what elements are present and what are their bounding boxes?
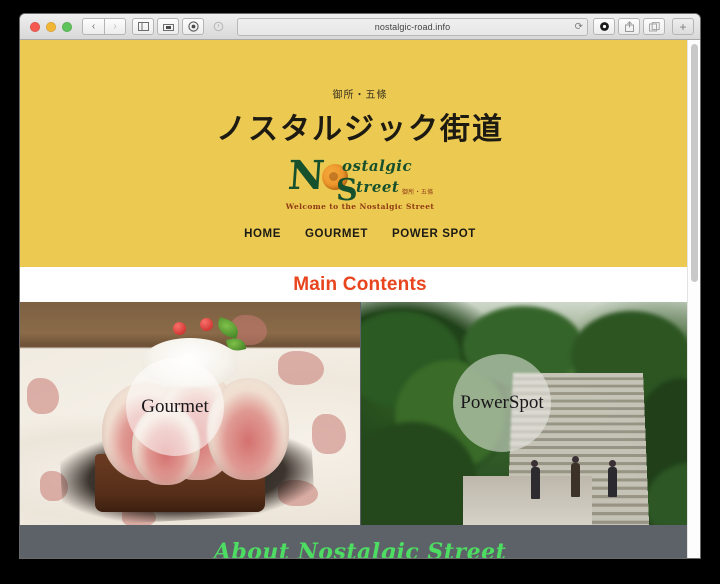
person-figure [571, 455, 579, 463]
site-title: ノスタルジック街道 [216, 112, 504, 147]
berry-icon [200, 317, 214, 331]
share-glyph [624, 21, 634, 32]
logo-jp-mark: 御所・五條 [402, 189, 434, 196]
address-bar[interactable]: nostalgic-road.info ⟳ [237, 17, 588, 36]
page-scrollbar[interactable] [687, 40, 700, 558]
forward-button[interactable]: › [104, 18, 126, 35]
clock-icon[interactable] [207, 18, 229, 35]
tile-label-powerspot: PowerSpot [460, 392, 544, 413]
person-figure [608, 467, 618, 498]
shield-glyph [187, 21, 199, 32]
window-controls [30, 21, 72, 32]
navigation-buttons: ‹ › [82, 18, 126, 35]
logo-tagline: Welcome to the Nostalgic Street [285, 202, 435, 211]
show-tabs-icon[interactable] [643, 18, 665, 35]
reader-mode-button[interactable] [593, 18, 615, 35]
sidebar-glyph [137, 22, 149, 31]
back-button[interactable]: ‹ [82, 18, 104, 35]
shield-icon[interactable] [182, 18, 204, 35]
nav-item-gourmet[interactable]: GOURMET [305, 228, 368, 240]
person-figure [530, 467, 540, 500]
nav-item-power-spot[interactable]: POWER SPOT [392, 228, 476, 240]
berry-icon [173, 322, 186, 336]
about-heading: About Nostalgic Street [213, 539, 507, 558]
tile-powerspot[interactable]: PowerSpot [360, 302, 700, 525]
tab-overview-icon[interactable] [157, 18, 179, 35]
browser-window: ‹ › nostalgic-road.info ⟳ + 御所・五條 ノスタルジッ… [20, 14, 700, 558]
new-tab-button[interactable]: + [672, 18, 694, 35]
main-contents-band: Main Contents [20, 267, 700, 302]
reader-glyph [599, 22, 609, 31]
zoom-window-button[interactable] [62, 21, 72, 32]
device-frame: ‹ › nostalgic-road.info ⟳ + 御所・五條 ノスタルジッ… [0, 0, 720, 584]
url-text: nostalgic-road.info [374, 21, 451, 32]
about-section: About Nostalgic Street [20, 525, 700, 558]
minimize-window-button[interactable] [46, 21, 56, 32]
site-header: 御所・五條 ノスタルジック街道 N ostalgic S treet 御所・五條… [20, 40, 700, 267]
site-logo[interactable]: N ostalgic S treet 御所・五條 Welcome to the … [280, 152, 440, 216]
site-kicker: 御所・五條 [332, 90, 388, 101]
tile-label-gourmet: Gourmet [141, 396, 209, 417]
main-navigation: HOME GOURMET POWER SPOT [20, 228, 700, 240]
clock-glyph [213, 21, 223, 32]
page-viewport: 御所・五條 ノスタルジック街道 N ostalgic S treet 御所・五條… [20, 40, 700, 558]
person-figure [571, 462, 581, 497]
powerspot-circle-overlay[interactable]: PowerSpot [453, 354, 551, 452]
nav-item-home[interactable]: HOME [244, 228, 281, 240]
tile-gourmet[interactable]: Gourmet [20, 302, 360, 525]
browser-toolbar: ‹ › nostalgic-road.info ⟳ + [20, 14, 700, 40]
logo-street: treet [356, 178, 400, 196]
content-tiles: Gourmet PowerSpot [20, 302, 700, 525]
share-icon[interactable] [618, 18, 640, 35]
reload-icon[interactable]: ⟳ [575, 21, 583, 32]
tab-overview-glyph [162, 24, 174, 31]
main-contents-heading: Main Contents [293, 273, 427, 295]
logo-letter-n: N [286, 152, 327, 199]
gourmet-circle-overlay[interactable]: Gourmet [126, 358, 224, 456]
sidebar-icon[interactable] [132, 18, 154, 35]
tabs-glyph [648, 21, 660, 31]
scrollbar-thumb[interactable] [691, 44, 698, 282]
close-window-button[interactable] [30, 21, 40, 32]
